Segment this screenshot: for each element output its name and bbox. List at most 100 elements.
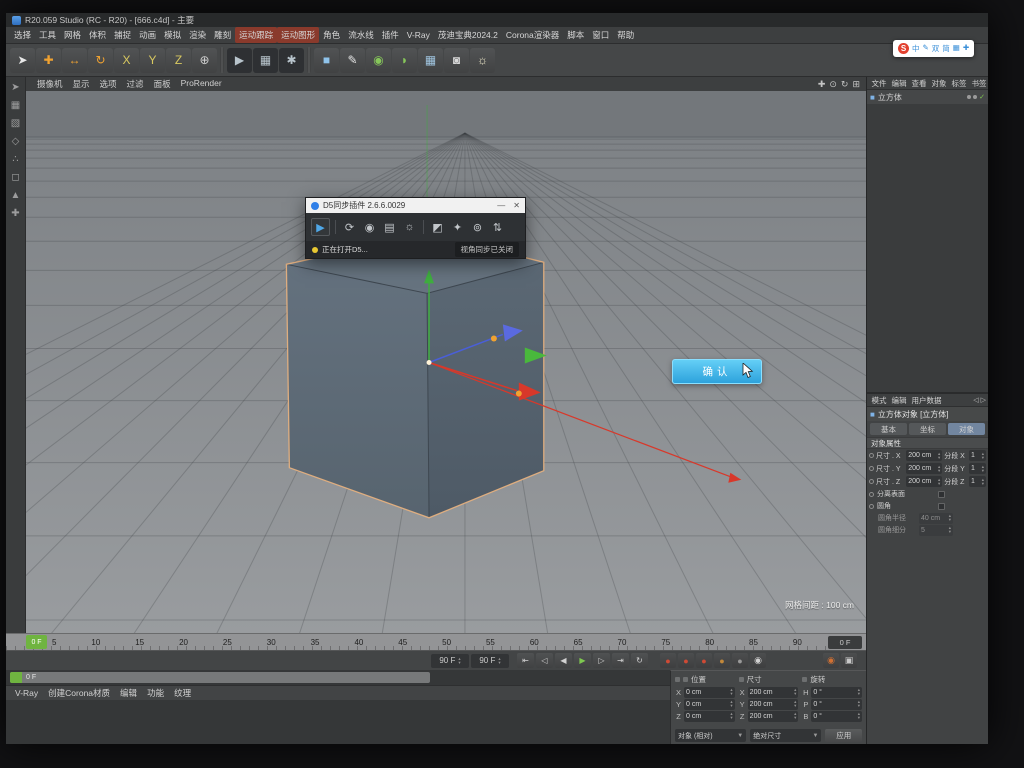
material-menu-item[interactable]: V-Ray [10,688,43,698]
viewport-3d[interactable]: D5同步插件 2.6.6.0029 — ✕ ▶ ⟳◉▤☼ [26,91,866,633]
d5-close-button[interactable]: ✕ [513,201,520,210]
menu-item[interactable]: 角色 [319,27,344,43]
material-manager-area[interactable] [6,700,670,744]
prev-key-button[interactable]: ◁ [536,653,553,668]
om-menu-item[interactable]: 查看 [909,78,929,89]
ime-keyboard-icon[interactable]: ▦ [953,43,960,54]
segment-value-field[interactable]: 1 [969,463,986,474]
light-icon[interactable]: ☼ [470,48,495,73]
record-position-button[interactable]: ● [678,653,694,668]
sync-icon[interactable]: ⟳ [341,219,358,236]
attribute-tab[interactable]: 基本 [870,423,907,435]
rotate-tool-icon[interactable]: ↻ [88,48,113,73]
menu-item[interactable]: 捕捉 [110,27,135,43]
node-sync-icon[interactable]: ⊚ [469,219,486,236]
gizmo-handle[interactable] [491,335,497,341]
primitive-cube-icon[interactable]: ■ [314,48,339,73]
viewport-menu-item[interactable]: 面板 [149,78,176,90]
toggle-view-icon[interactable]: ⊞ [852,79,860,90]
loop-button[interactable]: ↻ [631,653,648,668]
menu-item[interactable]: 帮助 [613,27,638,43]
coords-lock-icon[interactable] [683,677,688,682]
am-menu-item[interactable]: 模式 [869,395,889,406]
size-value-field[interactable]: 200 cm [906,450,942,461]
z-axis-lock-icon[interactable]: Z [166,48,191,73]
menu-item[interactable]: 动画 [135,27,160,43]
x-axis-lock-icon[interactable]: X [114,48,139,73]
workplane-icon[interactable]: ◇ [12,136,20,147]
pointer-tool-icon[interactable]: ➤ [11,82,19,93]
viewport-menu-item[interactable]: ProRender [176,78,227,90]
am-menu-item[interactable]: 用户数据 [909,395,944,406]
menu-item[interactable]: 雕刻 [210,27,235,43]
history-back-icon[interactable]: ◁ [973,396,978,404]
checkbox[interactable] [938,491,945,498]
size-value-field[interactable]: 200 cm [906,476,942,487]
attribute-tab[interactable]: 对象 [948,423,985,435]
menu-item[interactable]: 体积 [85,27,110,43]
coordinate-system-icon[interactable]: ⊕ [192,48,217,73]
spinner[interactable] [938,452,940,459]
material-sync-icon[interactable]: ✦ [449,219,466,236]
viewport-menu-item[interactable]: 摄像机 [32,78,68,90]
size-field[interactable]: 200 cm [748,711,799,722]
keyframe-dot[interactable] [869,466,874,471]
render-settings-icon[interactable]: ✱ [279,48,304,73]
coords-lock-icon[interactable] [802,677,807,682]
y-axis-lock-icon[interactable]: Y [140,48,165,73]
d5-start-sync-button[interactable]: ▶ [311,218,330,236]
sogou-logo-icon[interactable]: S [898,43,909,54]
range-end-field[interactable]: 90 F [471,654,509,668]
play-button[interactable]: ▶ [574,653,591,668]
segment-value-field[interactable]: 1 [969,450,986,461]
spinner[interactable] [938,478,940,485]
record-keyframe-button[interactable]: ● [660,653,676,668]
range-slider-handle[interactable] [10,672,22,683]
material-menu-item[interactable]: 编辑 [115,687,142,699]
subdivision-surface-icon[interactable]: ◉ [366,48,391,73]
position-field[interactable]: 0 cm [684,699,735,710]
floor-icon[interactable]: ▦ [418,48,443,73]
render-picture-viewer-icon[interactable]: ▦ [253,48,278,73]
move-tool-icon[interactable]: ✚ [36,48,61,73]
gizmo-handle[interactable] [516,391,522,397]
enable-axis-icon[interactable]: ✚ [11,208,19,219]
goto-start-button[interactable]: ⇤ [517,653,534,668]
texture-mode-icon[interactable]: ▧ [11,118,20,129]
rotation-field[interactable]: 0 ° [811,711,862,722]
spinner[interactable] [730,700,732,707]
rotation-field[interactable]: 0 ° [811,687,862,698]
coords-size-dropdown[interactable]: 绝对尺寸▼ [750,729,821,742]
fillet-value-field[interactable]: 40 cm [919,513,953,524]
ime-mode-cn[interactable]: 中 [912,43,920,54]
spinner[interactable] [858,688,860,695]
d5-minimize-button[interactable]: — [497,201,505,210]
material-menu-item[interactable]: 功能 [142,687,169,699]
checkbox[interactable] [938,503,945,510]
pan-view-icon[interactable]: ✚ [818,79,826,90]
menu-item[interactable]: 窗口 [588,27,613,43]
keyframe-dot[interactable] [869,453,874,458]
ime-pen-icon[interactable]: ✎ [923,43,929,54]
viewport-menu-item[interactable]: 过滤 [122,78,149,90]
keyframe-dot[interactable] [869,492,874,497]
object-manager-empty-area[interactable] [867,104,988,392]
polygons-mode-icon[interactable]: ▲ [11,190,21,201]
screenshot-icon[interactable]: ◉ [361,219,378,236]
keyframe-dot[interactable] [869,504,874,509]
scale-tool-icon[interactable]: ↔ [62,48,87,73]
material-menu-item[interactable]: 纹理 [169,687,196,699]
record-scale-button[interactable]: ● [696,653,712,668]
coords-mode-dropdown[interactable]: 对象 (相对)▼ [675,729,746,742]
live-selection-icon[interactable]: ➤ [10,48,35,73]
spinner[interactable] [949,514,951,521]
spinner[interactable] [794,688,796,695]
coords-lock-icon[interactable] [675,677,680,682]
cube-object[interactable] [286,233,543,518]
om-menu-item[interactable]: 标签 [949,78,969,89]
position-field[interactable]: 0 cm [684,711,735,722]
spinner[interactable] [730,688,732,695]
keyframe-dot[interactable] [869,479,874,484]
camera-icon[interactable]: ◙ [444,48,469,73]
model-sync-icon[interactable]: ◩ [429,219,446,236]
